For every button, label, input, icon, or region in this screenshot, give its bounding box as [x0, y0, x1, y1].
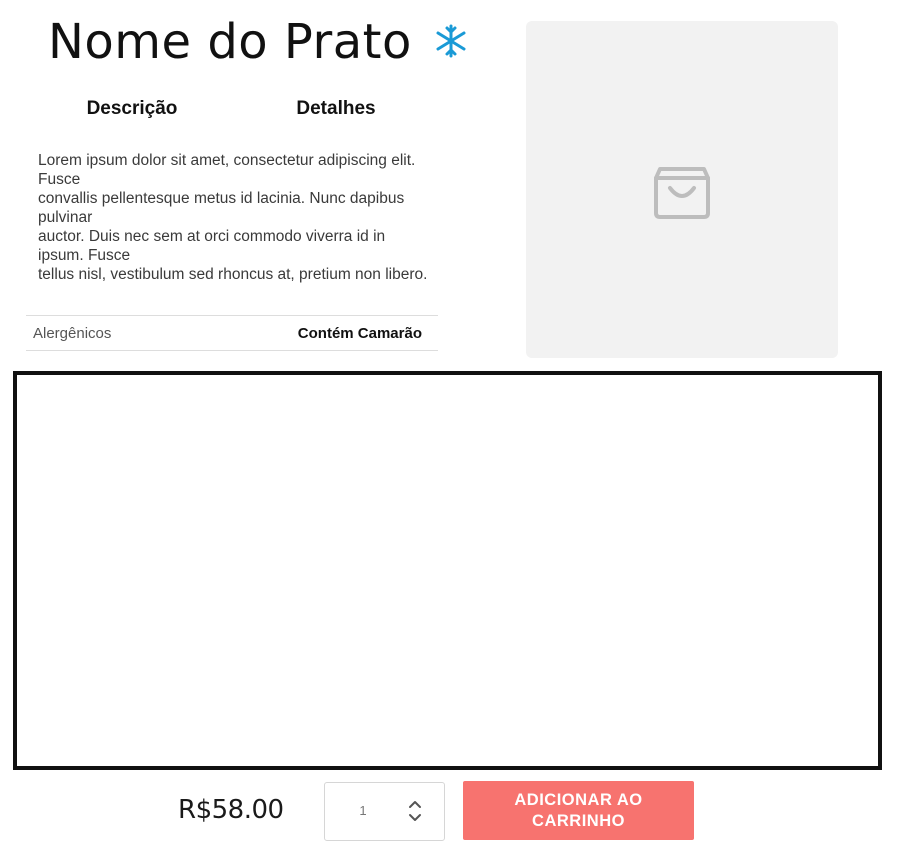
tab-detalhes[interactable]: Detalhes	[234, 96, 438, 126]
content-frame	[13, 371, 882, 770]
product-title: Nome do Prato	[48, 14, 412, 70]
product-description: Lorem ipsum dolor sit amet, consectetur …	[38, 152, 428, 283]
shopping-bag-icon	[654, 167, 710, 219]
tab-descricao[interactable]: Descrição	[30, 96, 234, 126]
chevron-down-icon[interactable]	[407, 812, 423, 824]
allergens-label: Alergênicos	[33, 324, 112, 342]
product-image-placeholder	[526, 21, 838, 358]
allergens-row: Alergênicos Contém Camarão	[26, 315, 438, 351]
add-to-cart-button[interactable]: ADICIONAR AO CARRINHO	[463, 781, 694, 840]
chevron-up-icon[interactable]	[407, 798, 423, 810]
quantity-stepper[interactable]: 1	[324, 782, 445, 841]
allergens-value: Contém Camarão	[297, 324, 422, 342]
title-row: Nome do Prato	[48, 12, 412, 72]
snowflake-asterisk-icon	[436, 24, 466, 58]
info-tabs: Descrição Detalhes	[30, 96, 438, 126]
quantity-value[interactable]: 1	[353, 803, 373, 818]
price-label: R$58.00	[178, 795, 284, 825]
